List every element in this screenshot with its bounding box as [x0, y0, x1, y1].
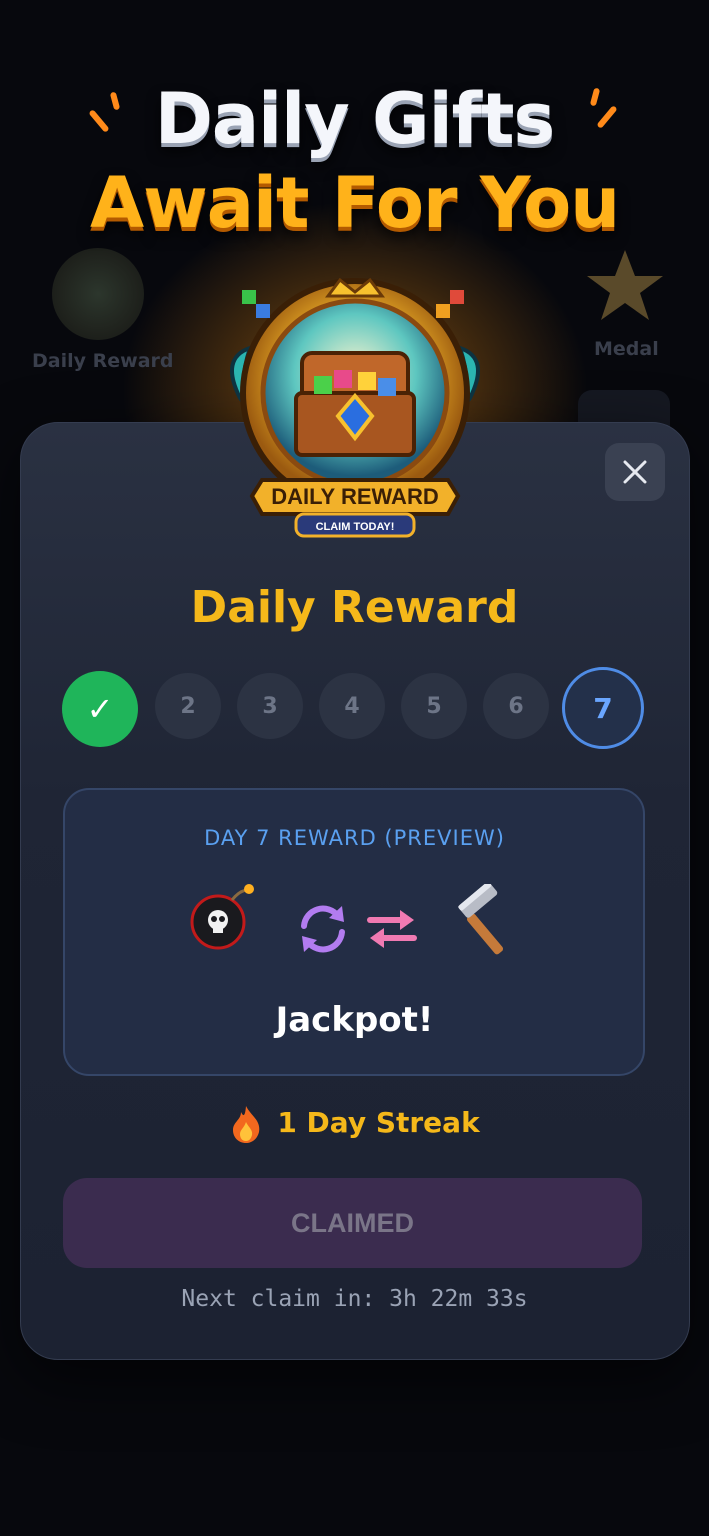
- swap-icon: [367, 910, 417, 948]
- streak-text: 1 Day Streak: [277, 1106, 480, 1139]
- bg-daily-reward-label: Daily Reward: [32, 350, 174, 372]
- day-7-target: 7: [562, 667, 644, 749]
- day-2: 2: [155, 673, 221, 739]
- streak-row: 1 Day Streak: [0, 1104, 709, 1144]
- daily-reward-emblem-icon: DAILY REWARD CLAIM TODAY!: [230, 277, 480, 538]
- day-5: 5: [401, 673, 467, 739]
- next-claim-timer: Next claim in: 3h 22m 33s: [181, 1286, 528, 1312]
- modal-title: Daily Reward: [190, 582, 519, 633]
- headline-line-1: Daily Gifts: [154, 78, 555, 160]
- bomb-icon: [190, 884, 254, 950]
- day-3: 3: [237, 673, 303, 739]
- day-4: 4: [319, 673, 385, 739]
- emblem-sub-text: CLAIM TODAY!: [316, 521, 395, 533]
- close-icon: [623, 460, 647, 484]
- day-6: 6: [483, 673, 549, 739]
- claimed-button[interactable]: CLAIMED: [63, 1178, 642, 1268]
- emblem-banner-text: DAILY REWARD: [271, 484, 438, 509]
- reward-name: Jackpot!: [275, 1000, 434, 1040]
- preview-label: DAY 7 REWARD (PREVIEW): [204, 826, 505, 850]
- fire-icon: [233, 1106, 260, 1143]
- refresh-icon: [301, 905, 345, 953]
- headline-line-2: Await For You: [89, 162, 620, 244]
- day-1-claimed: ✓: [62, 671, 138, 747]
- hammer-icon: [458, 884, 504, 955]
- bg-medal-label: Medal: [594, 338, 659, 360]
- daily-reward-badge-bg: [52, 248, 144, 340]
- medal-star-icon: [587, 250, 663, 320]
- close-button[interactable]: [605, 443, 665, 501]
